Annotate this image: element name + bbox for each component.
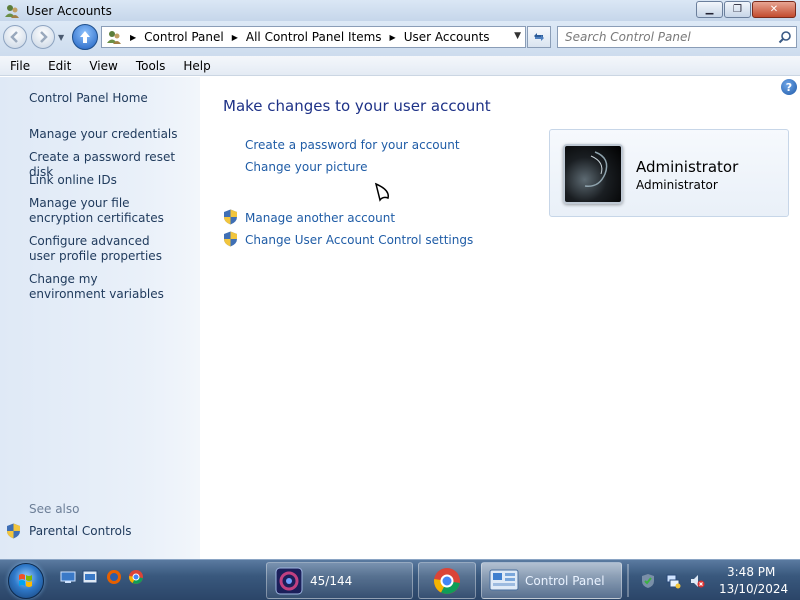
account-picture-art (584, 151, 608, 187)
account-card: Administrator Administrator (549, 129, 789, 217)
up-arrow-icon (80, 31, 90, 43)
menu-edit[interactable]: Edit (38, 59, 79, 73)
tray-divider (627, 564, 629, 597)
chevron-right-icon[interactable]: ▶ (232, 33, 238, 42)
address-dropdown[interactable]: ▼ (514, 31, 521, 41)
manage-another-account-link[interactable]: Manage another account (245, 211, 395, 225)
sidebar-item-manage-credentials[interactable]: Manage your credentials (29, 127, 194, 142)
chrome-icon (434, 568, 460, 594)
forward-arrow-icon (40, 31, 48, 43)
user-accounts-icon (5, 4, 19, 18)
account-type: Administrator (636, 178, 718, 192)
sidebar-item-control-panel-home[interactable]: Control Panel Home (29, 91, 148, 106)
forward-button[interactable] (31, 25, 55, 49)
refresh-button[interactable] (527, 26, 551, 48)
parental-controls-label: Parental Controls (29, 524, 132, 538)
uac-settings-link[interactable]: Change User Account Control settings (245, 233, 473, 247)
account-picture[interactable] (563, 144, 623, 204)
chrome-small-icon[interactable] (128, 569, 144, 585)
window-controls: ▁ ❐ ✕ (696, 1, 796, 18)
breadcrumb-all-items[interactable]: All Control Panel Items (246, 30, 382, 44)
search-input[interactable] (565, 30, 770, 44)
chevron-right-icon[interactable]: ▶ (130, 33, 136, 42)
help-icon[interactable]: ? (781, 79, 797, 95)
app-icon (275, 567, 303, 595)
title-bar: User Accounts ▁ ❐ ✕ (0, 0, 800, 21)
menu-help[interactable]: Help (173, 59, 218, 73)
clock-time[interactable]: 3:48 PM (727, 565, 775, 579)
uac-shield-icon (224, 231, 237, 247)
taskbar-app-counter[interactable]: 45/144 (266, 562, 413, 599)
back-button[interactable] (3, 25, 27, 49)
change-picture-link[interactable]: Change your picture (245, 160, 367, 174)
show-desktop-icon[interactable] (60, 569, 76, 585)
recent-pages-dropdown[interactable]: ▼ (58, 33, 64, 42)
menu-file[interactable]: File (0, 59, 38, 73)
volume-muted-icon[interactable] (689, 573, 705, 589)
sidebar-item-link-online-ids[interactable]: Link online IDs (29, 173, 194, 188)
address-bar[interactable]: ▶ Control Panel ▶ All Control Panel Item… (101, 26, 526, 48)
mouse-cursor-icon (374, 182, 389, 202)
breadcrumb-control-panel[interactable]: Control Panel (144, 30, 224, 44)
search-box[interactable] (557, 26, 797, 48)
back-arrow-icon (10, 31, 18, 43)
task-sidebar: Control Panel Home Manage your credentia… (0, 77, 200, 559)
up-button[interactable] (72, 24, 98, 50)
control-panel-icon (489, 569, 519, 591)
security-tray-icon[interactable] (640, 573, 656, 589)
uac-shield-icon (7, 523, 20, 539)
menu-bar: File Edit View Tools Help (0, 56, 800, 76)
account-name: Administrator (636, 158, 739, 176)
uac-shield-icon (224, 209, 237, 225)
sidebar-item-file-encryption[interactable]: Manage your file encryption certificates (29, 196, 194, 226)
page-title: Make changes to your user account (223, 97, 491, 115)
window-title: User Accounts (26, 3, 112, 18)
start-button[interactable] (8, 563, 44, 599)
taskbar: 45/144 Control Panel (0, 559, 800, 600)
taskbar-app-chrome[interactable] (418, 562, 476, 599)
breadcrumb-user-accounts[interactable]: User Accounts (404, 30, 490, 44)
taskbar-app-label: Control Panel (525, 574, 605, 588)
minimize-button[interactable]: ▁ (696, 1, 723, 18)
control-panel-icon (107, 31, 121, 44)
refresh-icon (534, 33, 544, 41)
clock-date[interactable]: 13/10/2024 (719, 582, 788, 596)
menu-tools[interactable]: Tools (126, 59, 174, 73)
navigation-bar: ▼ ▶ Control Panel ▶ All Control Panel It… (0, 21, 800, 56)
sidebar-item-environment-variables[interactable]: Change my environment variables (29, 272, 174, 302)
see-also-heading: See also (29, 502, 80, 516)
firefox-icon[interactable] (106, 569, 122, 585)
chevron-right-icon[interactable]: ▶ (390, 33, 396, 42)
create-password-link[interactable]: Create a password for your account (245, 138, 460, 152)
menu-view[interactable]: View (79, 59, 125, 73)
taskbar-app-control-panel[interactable]: Control Panel (481, 562, 622, 599)
taskbar-app-label: 45/144 (310, 574, 353, 588)
maximize-button[interactable]: ❐ (724, 1, 751, 18)
sidebar-item-parental-controls[interactable]: Parental Controls (6, 523, 132, 539)
explorer-icon[interactable] (82, 569, 98, 585)
search-icon[interactable] (778, 30, 792, 44)
windows-logo-icon (19, 574, 32, 587)
close-button[interactable]: ✕ (752, 1, 796, 18)
sidebar-item-advanced-profile[interactable]: Configure advanced user profile properti… (29, 234, 174, 264)
network-tray-icon[interactable] (665, 573, 681, 589)
